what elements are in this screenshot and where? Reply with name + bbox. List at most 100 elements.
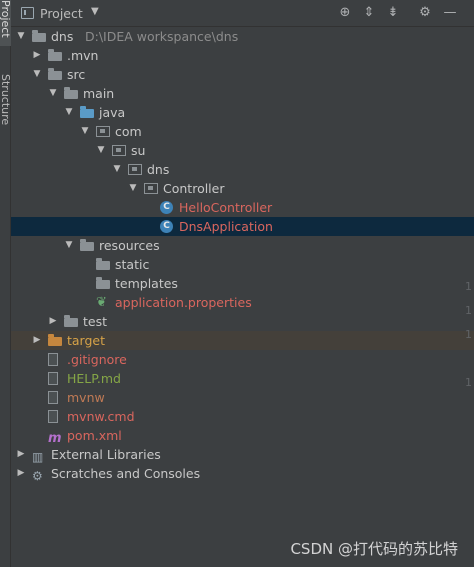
locate-icon[interactable]: ⊕: [336, 4, 354, 22]
tree-item-label: pom.xml: [67, 428, 122, 443]
folder-icon: [96, 277, 110, 289]
tree-row[interactable]: ▼ dns: [11, 160, 474, 179]
tree-row[interactable]: ▼ resources: [11, 236, 474, 255]
tree-item-label: HelloController: [179, 200, 273, 215]
folder-icon: [48, 49, 62, 61]
collapse-all-icon[interactable]: ⇟: [384, 4, 402, 22]
chevron-right-icon[interactable]: ▶: [31, 331, 43, 350]
tree-item-label: .mvn: [67, 48, 99, 63]
tree-row[interactable]: static: [11, 255, 474, 274]
package-icon: [112, 145, 126, 156]
tree-item-label: DnsApplication: [179, 219, 273, 234]
chevron-down-icon[interactable]: ▼: [63, 236, 75, 255]
tree-item-label: src: [67, 67, 86, 82]
file-icon: [48, 372, 58, 385]
spring-leaf-icon: ❦: [96, 295, 107, 310]
structure-side-tab[interactable]: Structure: [0, 74, 11, 134]
tree-row[interactable]: ▼ main: [11, 84, 474, 103]
tree-row[interactable]: ▼ src: [11, 65, 474, 84]
gutter-number: 1: [465, 280, 472, 293]
folder-icon: [80, 239, 94, 251]
tree-row[interactable]: ▼ com: [11, 122, 474, 141]
chevron-down-icon[interactable]: ▼: [15, 27, 27, 46]
tree-row[interactable]: mvnw: [11, 388, 474, 407]
tree-row[interactable]: ▼ Controller: [11, 179, 474, 198]
chevron-down-icon[interactable]: ▼: [127, 179, 139, 198]
chevron-down-icon[interactable]: ▼: [111, 160, 123, 179]
tree-row[interactable]: ▼ java: [11, 103, 474, 122]
tree-row[interactable]: ▶ .mvn: [11, 46, 474, 65]
tree-row[interactable]: mvnw.cmd: [11, 407, 474, 426]
gutter-number: 1: [465, 328, 472, 341]
package-icon: [96, 126, 110, 137]
tree-item-label: HELP.md: [67, 371, 121, 386]
tree-item-label: .gitignore: [67, 352, 127, 367]
tree-row[interactable]: C DnsApplication: [11, 217, 474, 236]
tree-row[interactable]: ❦ application.properties: [11, 293, 474, 312]
class-icon: C: [160, 201, 173, 214]
tree-row[interactable]: ▼ su: [11, 141, 474, 160]
tree-item-label: java: [99, 105, 126, 120]
file-icon: [48, 353, 58, 366]
maven-icon: m: [48, 431, 62, 446]
tree-item-label: su: [131, 143, 146, 158]
package-icon: [128, 164, 142, 175]
tree-item-label: main: [83, 86, 115, 101]
gutter-number: 1: [465, 304, 472, 317]
gear-icon[interactable]: ⚙: [416, 4, 434, 22]
project-side-tab[interactable]: Project: [0, 0, 11, 46]
tree-item-label: Scratches and Consoles: [51, 466, 201, 481]
excluded-folder-icon: [48, 334, 62, 346]
source-folder-icon: [80, 106, 94, 118]
project-toolbar: Project ▼ ⊕ ⇕ ⇟ ⚙ —: [11, 0, 474, 27]
tree-item-label: resources: [99, 238, 160, 253]
expand-all-icon[interactable]: ⇕: [360, 4, 378, 22]
tree-row[interactable]: ▶ ▥ External Libraries: [11, 445, 474, 464]
tree-item-label: com: [115, 124, 142, 139]
chevron-right-icon[interactable]: ▶: [47, 312, 59, 331]
file-icon: [48, 410, 58, 423]
tree-row[interactable]: HELP.md: [11, 369, 474, 388]
folder-icon: [48, 68, 62, 80]
tree-row[interactable]: ▶ target: [11, 331, 474, 350]
tree-row[interactable]: templates: [11, 274, 474, 293]
chevron-down-icon[interactable]: ▼: [95, 141, 107, 160]
tool-window-strip: Project Structure: [0, 0, 11, 567]
tree-row[interactable]: m pom.xml: [11, 426, 474, 446]
tree-row[interactable]: .gitignore: [11, 350, 474, 369]
tree-item-label: External Libraries: [51, 447, 161, 462]
chevron-right-icon[interactable]: ▶: [31, 46, 43, 65]
chevron-right-icon[interactable]: ▶: [15, 445, 27, 464]
chevron-down-icon[interactable]: ▼: [31, 65, 43, 84]
watermark: CSDN @打代码的苏比特: [290, 540, 458, 558]
folder-icon: [64, 315, 78, 327]
gutter-number: 1: [465, 376, 472, 389]
scratches-icon: ⚙: [32, 469, 43, 483]
folder-icon: [96, 258, 110, 270]
tree-row[interactable]: ▼ dns D:\IDEA workspance\dns: [11, 27, 474, 46]
chevron-right-icon[interactable]: ▶: [15, 464, 27, 483]
tree-row[interactable]: ▶ ⚙ Scratches and Consoles: [11, 464, 474, 483]
package-icon: [144, 183, 158, 194]
tree-item-label: Controller: [163, 181, 225, 196]
tree-item-label: test: [83, 314, 108, 329]
project-view-icon: [21, 7, 34, 19]
chevron-down-icon[interactable]: ▼: [47, 84, 59, 103]
project-view-title[interactable]: Project: [40, 6, 83, 21]
tree-item-label: application.properties: [115, 295, 252, 310]
tree-row[interactable]: C HelloController: [11, 198, 474, 217]
tree-item-label: static: [115, 257, 150, 272]
libraries-icon: ▥: [32, 450, 44, 464]
tree-item-label: mvnw.cmd: [67, 409, 135, 424]
tree-row[interactable]: ▶ test: [11, 312, 474, 331]
chevron-down-icon[interactable]: ▼: [79, 122, 91, 141]
project-path-hint: D:\IDEA workspance\dns: [85, 29, 239, 44]
chevron-down-icon[interactable]: ▼: [91, 6, 99, 17]
tree-item-label: templates: [115, 276, 178, 291]
tree-item-label: dns: [147, 162, 170, 177]
class-icon: C: [160, 220, 173, 233]
tree-item-label: target: [67, 333, 106, 348]
file-icon: [48, 391, 58, 404]
hide-icon[interactable]: —: [441, 4, 459, 22]
chevron-down-icon[interactable]: ▼: [63, 103, 75, 122]
